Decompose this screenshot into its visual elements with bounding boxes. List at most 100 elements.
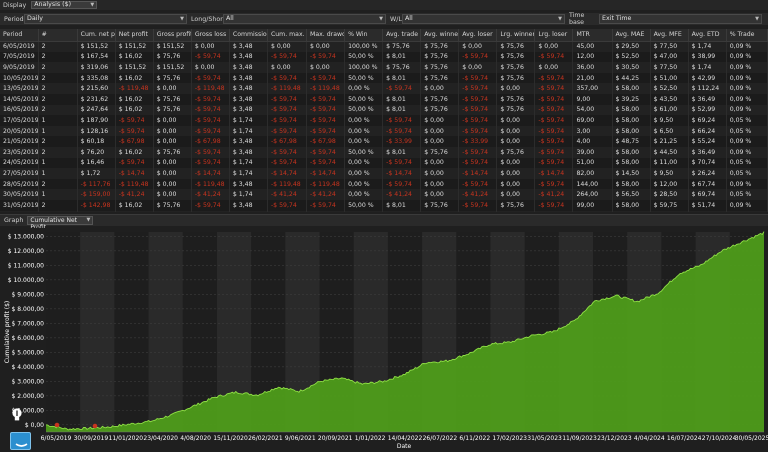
analysis-table-container[interactable]: Period # Cum. net p Net profit Gross profit G… bbox=[0, 29, 768, 212]
table-cell: -$ 119,48 bbox=[191, 210, 230, 212]
table-cell: -$ 67,98 bbox=[306, 136, 346, 147]
column-header[interactable]: Avg. MAE bbox=[612, 29, 651, 42]
column-header[interactable]: Gross loss bbox=[191, 29, 230, 42]
column-header[interactable]: Avg. trade bbox=[382, 29, 422, 42]
column-header[interactable]: Cum. net p bbox=[77, 29, 116, 42]
background-band bbox=[148, 232, 184, 432]
table-cell: 21,00 bbox=[572, 72, 613, 84]
table-cell: -$ 119,48 bbox=[115, 83, 154, 94]
table-cell: -$ 59,74 bbox=[306, 51, 346, 63]
column-header[interactable]: Avg. winne bbox=[420, 29, 460, 42]
x-tick-label: 31/05/2023 bbox=[527, 435, 562, 442]
column-header[interactable]: Net profit bbox=[115, 29, 154, 42]
column-header[interactable]: Lrg. loser bbox=[534, 29, 574, 42]
table-cell: $ 58,00 bbox=[612, 115, 651, 126]
table-row[interactable]: 28/05/2019 2 -$ 117,76 -$ 119,48 $ 0,00 -$ 11… bbox=[0, 178, 768, 190]
column-header[interactable]: Gross profit bbox=[153, 29, 192, 42]
background-band bbox=[46, 232, 81, 432]
table-cell: 14/05/2019 bbox=[0, 93, 39, 105]
table-row[interactable]: 27/05/2019 1 $ 1,72 -$ 14,74 $ 0,00 -$ 14,74 $… bbox=[0, 168, 768, 179]
lightbulb-icon[interactable] bbox=[11, 408, 23, 422]
table-cell: $ 39,25 bbox=[612, 93, 651, 105]
table-row[interactable]: 20/05/2019 1 $ 128,16 -$ 59,74 $ 0,00 -$ 59,7… bbox=[0, 125, 768, 137]
x-tick-label: 23/12/2023 bbox=[597, 435, 632, 442]
column-header[interactable]: Period bbox=[0, 29, 39, 42]
display-select[interactable]: Analysis ($) ▼ bbox=[31, 1, 98, 9]
table-cell: $ 75,76 bbox=[153, 72, 192, 84]
table-row[interactable]: 6/05/2019 2 $ 151,52 $ 151,52 $ 151,52 $ 0,00… bbox=[0, 41, 768, 52]
table-cell: -$ 67,98 bbox=[115, 136, 154, 147]
wl-select[interactable]: All ▼ bbox=[402, 14, 565, 24]
table-cell: $ 75,76 bbox=[420, 41, 460, 52]
filter-bar: Period Daily ▼ Long/Short All ▼ W/L All … bbox=[0, 12, 768, 26]
table-cell: 2 bbox=[38, 104, 78, 116]
table-cell: -$ 59,74 bbox=[458, 199, 498, 211]
graph-select[interactable]: Cumulative Net Profit ▼ bbox=[27, 216, 94, 231]
table-row[interactable]: 9/05/2019 2 $ 319,06 $ 151,52 $ 151,52 $ 0,00… bbox=[0, 62, 768, 73]
column-header[interactable]: % Trade bbox=[726, 29, 768, 42]
column-header[interactable]: Cum. max. bbox=[267, 29, 308, 42]
table-row[interactable]: 17/05/2019 1 $ 187,90 -$ 59,74 $ 0,00 -$ 59,7… bbox=[0, 115, 768, 126]
table-row[interactable]: 23/05/2019 2 $ 76,20 $ 16,02 $ 75,76 -$ 59,74… bbox=[0, 146, 768, 158]
table-row[interactable]: 24/05/2019 1 $ 16,46 -$ 59,74 $ 0,00 -$ 59,74… bbox=[0, 157, 768, 169]
table-cell: -$ 59,74 bbox=[458, 210, 498, 212]
table-cell: $ 1,74 bbox=[229, 157, 268, 169]
table-row[interactable]: 14/05/2019 2 $ 231,62 $ 16,02 $ 75,76 -$ 59,7… bbox=[0, 93, 768, 105]
table-cell: -$ 59,74 bbox=[191, 104, 230, 116]
column-header[interactable]: % Win bbox=[344, 29, 384, 42]
column-header[interactable]: Avg. ETD bbox=[688, 29, 727, 42]
table-cell: $ 0,00 bbox=[496, 157, 536, 169]
table-cell: -$ 119,48 bbox=[115, 178, 154, 190]
table-cell: 0,09 % bbox=[726, 62, 768, 73]
table-row[interactable]: 13/05/2019 2 $ 215,60 -$ 119,48 $ 0,00 -$ 119… bbox=[0, 83, 768, 94]
table-cell: $ 66,24 bbox=[688, 125, 727, 137]
y-tick-label: $ 9.000,00 bbox=[12, 291, 45, 298]
table-cell: -$ 59,74 bbox=[382, 210, 422, 212]
table-cell: -$ 59,74 bbox=[267, 72, 308, 84]
table-cell: 27/05/2019 bbox=[0, 168, 39, 179]
table-cell: $ 42,99 bbox=[688, 72, 727, 84]
table-cell: $ 26,24 bbox=[688, 168, 727, 179]
table-cell: $ 36,49 bbox=[688, 93, 727, 105]
table-row[interactable]: 10/05/2019 2 $ 335,08 $ 16,02 $ 75,76 -$ 59,7… bbox=[0, 72, 768, 84]
table-cell: -$ 59,74 bbox=[534, 210, 574, 212]
table-row[interactable]: 16/05/2019 2 $ 247,64 $ 16,02 $ 75,76 -$ 59,7… bbox=[0, 104, 768, 116]
period-select[interactable]: Daily ▼ bbox=[24, 14, 187, 24]
table-cell: $ 0,00 bbox=[420, 210, 460, 212]
table-cell: $ 0,00 bbox=[496, 125, 536, 137]
x-axis-label: Date bbox=[397, 443, 412, 450]
column-header[interactable]: Commissio bbox=[229, 29, 268, 42]
table-cell: 45,00 bbox=[572, 41, 613, 52]
table-row[interactable]: 21/05/2019 2 $ 60,18 -$ 67,98 $ 0,00 -$ 67,98… bbox=[0, 136, 768, 147]
table-cell: $ 3,48 bbox=[229, 104, 268, 116]
long-short-select[interactable]: All ▼ bbox=[223, 14, 386, 24]
table-row[interactable]: 3/06/20192-$ 262,46-$ 119,48$ 0,00-$ 119… bbox=[0, 210, 768, 212]
table-cell: $ 8,01 bbox=[382, 72, 422, 84]
table-cell: 50,00 % bbox=[344, 93, 384, 105]
column-header[interactable]: Lrg. winner bbox=[496, 29, 536, 42]
table-cell: -$ 33,99 bbox=[458, 136, 498, 147]
graph-label: Graph bbox=[4, 217, 24, 224]
column-header[interactable]: MTR bbox=[572, 29, 613, 42]
column-header[interactable]: Avg. loser bbox=[458, 29, 498, 42]
app-button[interactable] bbox=[10, 432, 31, 450]
table-cell: -$ 14,74 bbox=[115, 168, 154, 179]
table-cell: 1 bbox=[38, 125, 78, 137]
table-row[interactable]: 31/05/2019 2 -$ 142,98 $ 16,02 $ 75,76 -$ 59,… bbox=[0, 199, 768, 211]
table-cell: 2 bbox=[38, 146, 78, 158]
table-cell: $ 43,50 bbox=[650, 93, 689, 105]
table-cell: $ 75,76 bbox=[496, 199, 536, 211]
table-cell: -$ 59,74 bbox=[306, 157, 346, 169]
column-header[interactable]: # bbox=[38, 29, 78, 42]
time-base-select[interactable]: Exit Time ▼ bbox=[599, 14, 762, 24]
table-cell: $ 28,50 bbox=[650, 189, 689, 200]
column-header[interactable]: Max. drawd bbox=[306, 29, 346, 42]
column-header[interactable]: Avg. MFE bbox=[650, 29, 689, 42]
table-cell: 0,09 % bbox=[726, 83, 768, 94]
table-cell: 0,00 % bbox=[344, 125, 384, 137]
table-cell: 2 bbox=[38, 83, 78, 94]
table-cell: 82,00 bbox=[572, 168, 613, 179]
table-cell: -$ 59,74 bbox=[191, 72, 230, 84]
table-row[interactable]: 30/05/2019 1 -$ 159,00 -$ 41,24 $ 0,00 -$ 41,… bbox=[0, 189, 768, 200]
table-row[interactable]: 7/05/2019 2 $ 167,54 $ 16,02 $ 75,76 -$ 59,74… bbox=[0, 51, 768, 63]
